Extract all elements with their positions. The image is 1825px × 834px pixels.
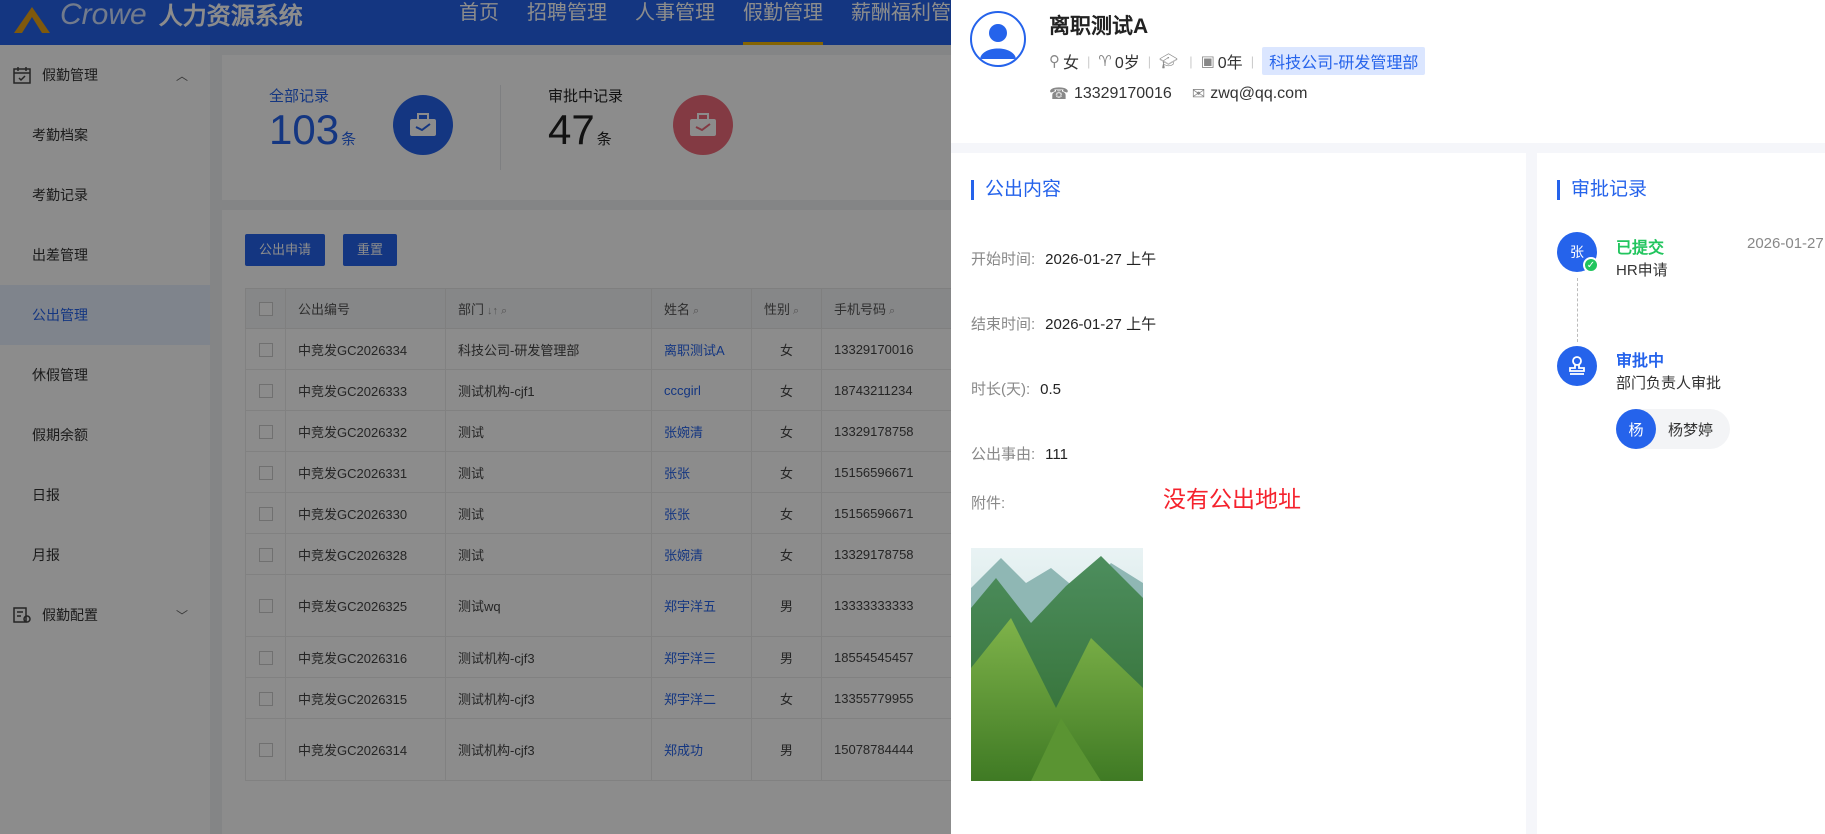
modal-backdrop[interactable] [0,0,951,834]
step2-desc: 部门负责人审批 [1616,375,1722,392]
step2-status: 审批中 [1616,353,1665,370]
separator: | [1189,53,1193,69]
duration-label: 时长(天): [971,381,1031,398]
field-end-time: 结束时间: 2026-01-27 上午 [971,313,1156,334]
stamp-icon [1557,346,1597,386]
reason-label: 公出事由: [971,446,1036,463]
profile-name: 离职测试A [1049,15,1149,38]
mail-icon: ✉ [1191,86,1206,103]
approver-name: 杨梦婷 [1668,421,1714,439]
field-reason: 公出事由: 111 [971,443,1068,464]
field-start-time: 开始时间: 2026-01-27 上午 [971,248,1156,269]
reason-value: 111 [1045,446,1068,463]
step1-date: 2026-01-27 [1747,235,1824,252]
briefcase-icon: ▣ [1200,53,1215,70]
check-icon: ✓ [1583,257,1599,273]
profile-work-years: 0年 [1217,55,1243,72]
separator: | [1147,53,1152,69]
timeline-connector [1577,278,1578,342]
step1-status: 已提交 [1616,240,1665,257]
start-time-value: 2026-01-27 上午 [1045,251,1157,268]
approver-avatar: 杨 [1616,409,1656,449]
profile-email: zwq@qq.com [1210,85,1308,102]
start-time-label: 开始时间: [971,251,1036,268]
duration-value: 0.5 [1040,381,1062,398]
no-address-annotation: 没有公出地址 [1163,486,1301,512]
separator: | [1087,53,1091,69]
field-attachment: 附件: [971,492,1015,513]
dept-tag: 科技公司-研发管理部 [1262,47,1426,75]
section-title-content: 公出内容 [971,180,1061,200]
approver-chip: 杨 杨梦婷 [1616,409,1730,449]
profile-contact-row: ☎ 13329170016 ✉ zwq@qq.com [1049,84,1307,104]
profile-meta-row: ⚲ 女 | ♈ 0岁 | 🎓︎ | ▣ 0年 | 科技公司-研发管理部 [1049,47,1426,75]
user-avatar-icon [970,11,1026,67]
end-time-value: 2026-01-27 上午 [1045,316,1157,333]
profile-card: 离职测试A ⚲ 女 | ♈ 0岁 | 🎓︎ | ▣ 0年 | 科技公司-研发管理… [951,0,1825,143]
field-duration: 时长(天): 0.5 [971,378,1061,399]
approval-record-card: 审批记录 张 ✓ 已提交 2026-01-27 HR申请 审批中 部门负责人审批… [1537,153,1825,834]
phone-icon: ☎ [1049,86,1069,103]
attachment-image[interactable] [971,548,1143,781]
end-time-label: 结束时间: [971,316,1036,333]
attachment-label: 附件: [971,495,1006,512]
profile-phone: 13329170016 [1073,85,1172,102]
step1-desc: HR申请 [1616,262,1668,279]
separator: | [1250,53,1255,69]
sprout-icon: ♈ [1098,53,1112,70]
profile-gender: 女 [1063,55,1080,72]
section-title-approval: 审批记录 [1557,180,1647,200]
gender-icon: ⚲ [1049,53,1060,70]
graduation-cap-icon: 🎓︎ [1159,53,1179,70]
outing-content-card: 公出内容 开始时间: 2026-01-27 上午 结束时间: 2026-01-27 … [951,153,1526,834]
detail-drawer: 离职测试A ⚲ 女 | ♈ 0岁 | 🎓︎ | ▣ 0年 | 科技公司-研发管理… [951,0,1825,834]
profile-age: 0岁 [1114,55,1140,72]
